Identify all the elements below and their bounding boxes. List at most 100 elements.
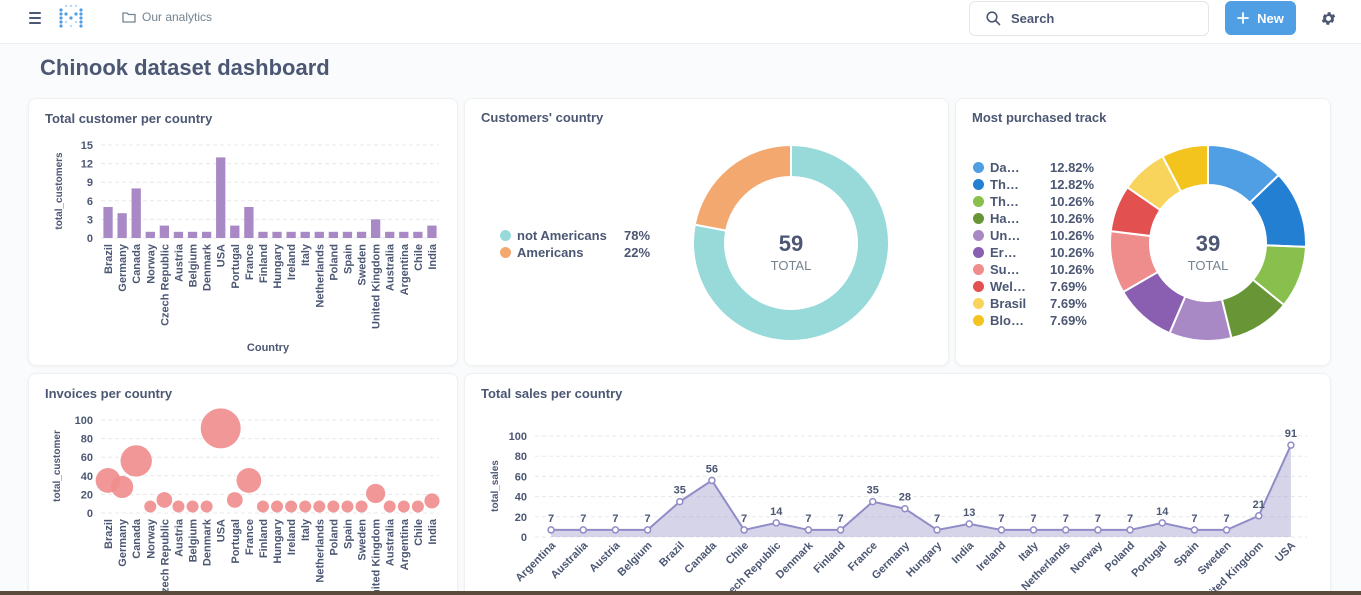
y-tick-label: 0 — [87, 233, 93, 245]
x-tick-label: United Kingdom — [371, 244, 383, 329]
x-tick-label: Spain — [1172, 539, 1202, 569]
y-tick-label: 20 — [81, 489, 93, 501]
x-tick-label: France — [244, 244, 256, 280]
bar — [370, 219, 381, 238]
x-tick-label: Argentina — [399, 243, 411, 295]
data-label: 7 — [1224, 513, 1230, 525]
data-point — [901, 504, 909, 513]
bar-chart: 0 3 6 9 12 15 total_customers Brazil Germany Cana… — [54, 140, 439, 354]
card-total-customer-per-country[interactable]: Total customer per country 0 3 6 9 12 15 total… — [28, 98, 458, 366]
bubble-point — [156, 492, 173, 508]
x-tick-label: India — [427, 518, 439, 545]
bar — [272, 231, 282, 238]
y-tick-label: 12 — [81, 159, 93, 171]
bar — [216, 157, 226, 238]
x-tick-label: Poland — [328, 244, 340, 281]
bubble-point — [424, 493, 440, 509]
x-tick-label: Norway — [1068, 539, 1105, 576]
sidebar-toggle-icon[interactable] — [29, 12, 41, 24]
y-tick-label: 60 — [515, 471, 527, 483]
breadcrumb[interactable]: Our analytics — [122, 10, 212, 24]
bubble-point — [144, 500, 157, 513]
breadcrumb-collection: Our analytics — [142, 10, 213, 24]
data-label: 14 — [770, 506, 783, 518]
x-tick-label: Belgium — [188, 244, 200, 288]
data-label: 7 — [1191, 513, 1197, 525]
data-label: 7 — [645, 513, 651, 525]
data-point — [1158, 519, 1166, 527]
bar — [399, 231, 409, 238]
x-tick-label: Canada — [131, 243, 143, 284]
x-tick-label: Brazil — [103, 244, 115, 274]
bubble-point — [299, 500, 312, 513]
x-tick-label: Italy — [1017, 539, 1042, 564]
data-point — [965, 520, 973, 528]
bar — [131, 188, 141, 238]
data-label: 7 — [1063, 513, 1069, 525]
data-point — [708, 476, 716, 485]
bubble-point — [285, 500, 298, 513]
x-tick-label: Spain — [342, 519, 354, 549]
bubble-point — [355, 500, 368, 513]
gear-icon[interactable] — [1320, 10, 1337, 27]
data-point — [869, 497, 877, 506]
x-tick-label: Austria — [173, 518, 185, 557]
data-point — [547, 526, 555, 534]
x-tick-label: Portugal — [230, 519, 242, 564]
x-tick-label: Netherlands — [314, 519, 326, 583]
search-input[interactable] — [1011, 11, 1191, 26]
data-point — [772, 519, 780, 527]
data-point — [1190, 526, 1199, 534]
data-point — [1222, 526, 1231, 534]
x-tick-label: Norway — [145, 243, 157, 284]
data-point — [611, 526, 620, 534]
bar — [342, 231, 353, 238]
x-tick-label: Ireland — [975, 540, 1009, 574]
card-total-sales-per-country[interactable]: Total sales per country 0 20 40 60 80 100 tota… — [464, 373, 1331, 595]
card-invoices-per-country[interactable]: Invoices per country 0 20 40 60 80 100 total_c… — [28, 373, 458, 595]
bubble-point — [236, 468, 262, 493]
bar — [427, 225, 437, 238]
data-label: 7 — [1127, 513, 1133, 525]
y-tick-label: 3 — [87, 214, 93, 226]
x-tick-label: Hungary — [272, 243, 284, 288]
bar — [413, 231, 423, 238]
x-tick-label: Australia — [385, 518, 397, 566]
x-tick-label: Germany — [117, 243, 129, 292]
data-point — [1062, 526, 1070, 534]
bar — [187, 231, 198, 238]
x-tick-label: Chile — [724, 540, 752, 568]
x-tick-label: Italy — [300, 518, 312, 541]
data-label: 7 — [934, 513, 940, 525]
data-label: 7 — [1095, 513, 1101, 525]
area-fill — [551, 445, 1291, 537]
x-tick-label: Austria — [173, 243, 185, 282]
metabase-logo[interactable] — [57, 4, 85, 32]
x-tick-label: Norway — [145, 518, 157, 559]
y-axis-label: total_customers — [54, 152, 65, 230]
card-customers-country[interactable]: Customers' country not Americans 78% Ameri… — [464, 98, 949, 366]
x-tick-label: Czech Republic — [159, 244, 171, 326]
search-bar[interactable] — [969, 1, 1209, 36]
bar — [159, 225, 170, 238]
folder-icon — [122, 12, 136, 23]
bubble-point — [327, 500, 340, 513]
page-title: Chinook dataset dashboard — [40, 55, 330, 80]
x-tick-label: Spain — [342, 244, 354, 274]
card-most-purchased-track[interactable]: Most purchased track Da… 12.82% Th… 12.82% T… — [955, 98, 1331, 366]
bubble-point — [366, 483, 386, 504]
data-point — [643, 526, 652, 534]
area-chart: 0 20 40 60 80 100 total_sales 7 7 7 7 35 56 7 14 7 7 35 28… — [490, 428, 1307, 595]
pie-total-label: TOTAL — [771, 258, 812, 273]
bubble-point — [313, 500, 326, 513]
bubble-point — [186, 500, 199, 513]
x-tick-label: USA — [1273, 540, 1298, 565]
y-tick-label: 0 — [521, 532, 527, 544]
bubble-point — [411, 500, 424, 513]
x-tick-label: Poland — [328, 519, 340, 556]
new-button[interactable]: New — [1225, 1, 1296, 35]
search-icon — [986, 11, 1001, 26]
x-tick-label: Finland — [258, 519, 270, 558]
data-label: 35 — [867, 485, 879, 497]
y-tick-label: 0 — [87, 508, 93, 520]
